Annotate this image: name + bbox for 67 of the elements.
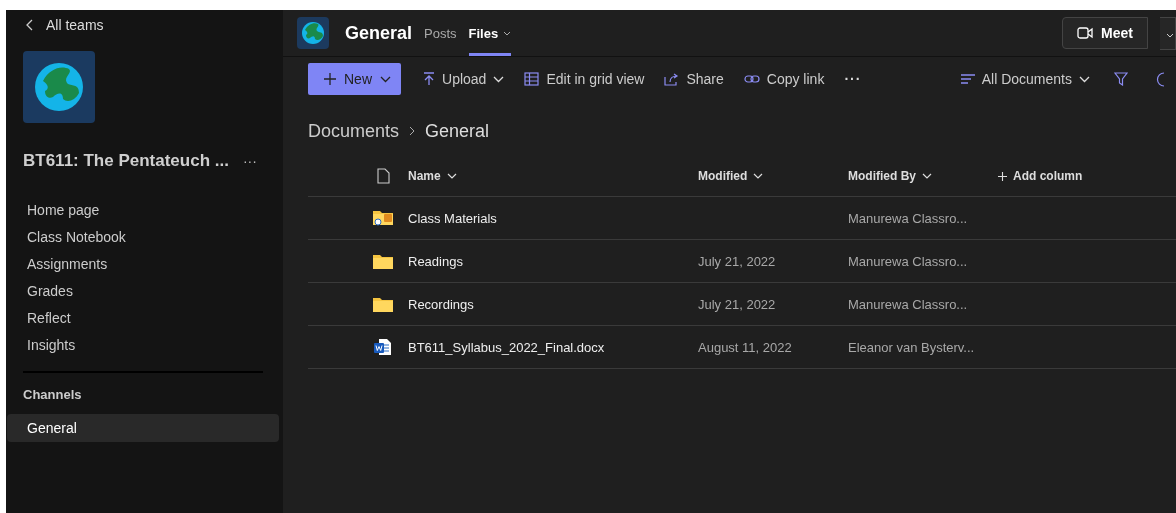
- upload-icon: [423, 72, 435, 86]
- breadcrumb-link[interactable]: General: [425, 120, 490, 142]
- chevron-right-icon: [409, 126, 416, 136]
- team-name: BT611: The Pentateuch ...: [23, 151, 229, 171]
- file-name-link[interactable]: Readings: [408, 254, 463, 269]
- chevron-icon: [380, 75, 391, 83]
- chevron-icon: [1079, 75, 1090, 83]
- modified-by-name: Manurewa Classro...: [848, 254, 968, 269]
- nav-item[interactable]: Insights: [6, 332, 283, 359]
- upload-button[interactable]: Upload: [415, 65, 513, 93]
- meet-button[interactable]: Meet: [1062, 17, 1148, 49]
- plus-icon: [998, 171, 1007, 181]
- back-icon: [26, 18, 34, 31]
- plus-icon: [324, 73, 336, 85]
- column-header[interactable]: Modified: [698, 169, 764, 183]
- add-column-button[interactable]: Add column: [998, 169, 1083, 183]
- word-document-icon: [374, 338, 392, 356]
- nav-item[interactable]: Assignments: [6, 251, 283, 278]
- team-logo-icon: [297, 17, 329, 49]
- column-header[interactable]: Name: [408, 169, 457, 183]
- modified-by-name: Eleanor van Bysterv...: [848, 340, 975, 355]
- column-header[interactable]: Modified By: [848, 169, 932, 183]
- nav-item[interactable]: Home page: [6, 197, 283, 224]
- file-type-icon: [376, 168, 390, 184]
- share-button[interactable]: Share: [656, 65, 732, 93]
- file-name-link[interactable]: BT611_Syllabus_2022_Final.docx: [408, 340, 605, 355]
- link-icon: [743, 74, 760, 84]
- tab[interactable]: Posts: [424, 10, 457, 56]
- grid-icon: [524, 72, 540, 86]
- folder-icon: [373, 253, 393, 269]
- chevron-icon: [1165, 32, 1174, 38]
- share-icon: [664, 72, 680, 86]
- nav-item[interactable]: Reflect: [6, 305, 283, 332]
- modified-date: July 21, 2022: [698, 297, 776, 312]
- modified-date: July 21, 2022: [698, 254, 776, 269]
- link-button[interactable]: Copy link: [735, 65, 833, 93]
- tab[interactable]: Files: [468, 10, 512, 56]
- modified-by-name: Manurewa Classro...: [848, 297, 968, 312]
- channel-title: General: [345, 22, 413, 44]
- new-button[interactable]: New: [308, 63, 401, 95]
- team-logo: [23, 51, 95, 123]
- modified-date: August 11, 2022: [698, 340, 792, 355]
- file-name-link[interactable]: Recordings: [408, 297, 474, 312]
- grid-button[interactable]: Edit in grid view: [516, 65, 653, 93]
- chevron-icon: [503, 30, 512, 36]
- nav-item[interactable]: Grades: [6, 278, 283, 305]
- modified-by-name: Manurewa Classro...: [848, 211, 968, 226]
- chevron-icon: [446, 173, 457, 179]
- view-selector[interactable]: All Documents: [952, 65, 1098, 93]
- shared-folder-icon: [373, 210, 393, 226]
- breadcrumb-link[interactable]: Documents: [308, 120, 400, 142]
- lines-icon: [960, 74, 975, 84]
- all-teams-link[interactable]: All teams: [46, 16, 104, 33]
- video-camera-icon: [1077, 27, 1094, 39]
- chevron-icon: [753, 173, 764, 179]
- filter-icon: [1114, 72, 1128, 86]
- meet-dropdown-button[interactable]: [1160, 16, 1176, 50]
- more-button[interactable]: ···: [238, 153, 261, 169]
- channels-heading: Channels: [22, 387, 83, 404]
- nav-item[interactable]: Class Notebook: [6, 224, 283, 251]
- chevron-icon: [493, 75, 505, 83]
- more-button[interactable]: ···: [836, 65, 870, 93]
- file-name-link[interactable]: Class Materials: [408, 211, 497, 226]
- channel-item[interactable]: General: [7, 414, 279, 442]
- info-icon: [1156, 71, 1164, 87]
- folder-icon: [373, 296, 393, 312]
- chevron-icon: [922, 173, 932, 179]
